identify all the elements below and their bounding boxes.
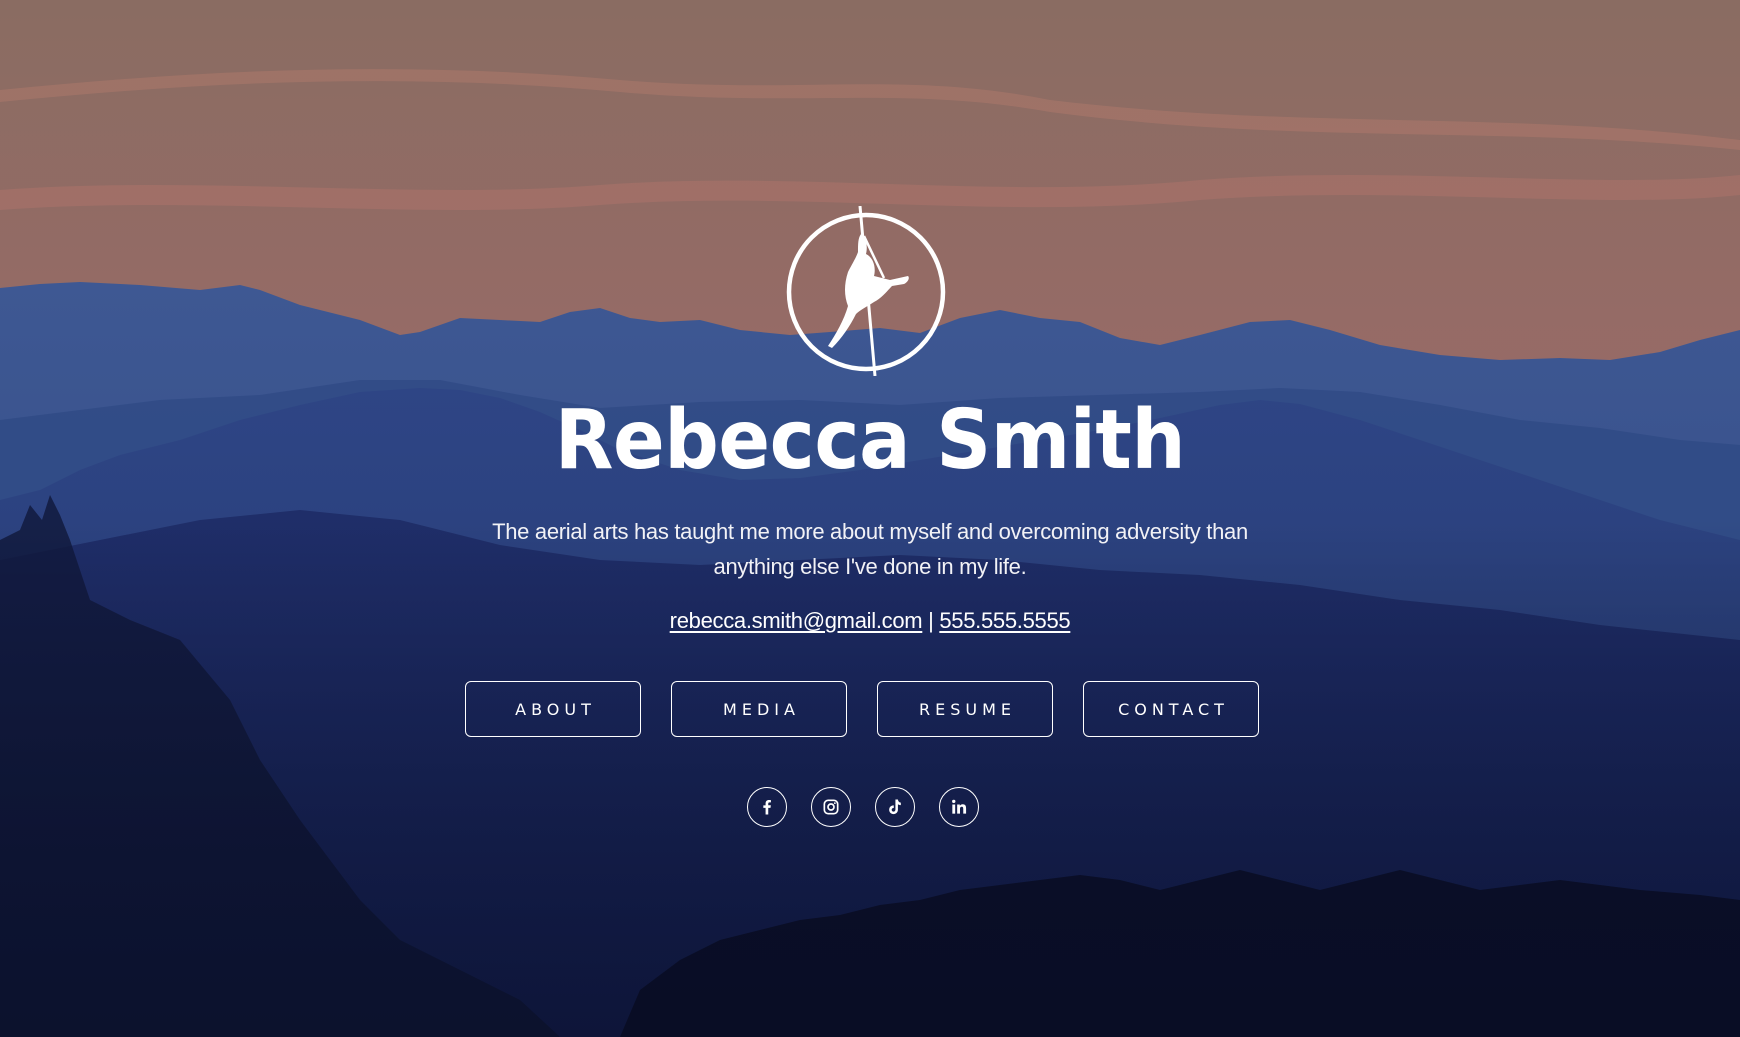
aerialist-hoop-icon bbox=[786, 206, 946, 376]
contact-button[interactable]: CONTACT bbox=[1083, 681, 1259, 737]
resume-button[interactable]: RESUME bbox=[877, 681, 1053, 737]
hero-section: Rebecca Smith The aerial arts has taught… bbox=[0, 0, 1740, 1037]
instagram-icon bbox=[823, 799, 839, 815]
page-title: Rebecca Smith bbox=[554, 393, 1186, 488]
facebook-link[interactable] bbox=[747, 787, 787, 827]
instagram-link[interactable] bbox=[811, 787, 851, 827]
linkedin-icon bbox=[952, 799, 967, 814]
email-link[interactable]: rebecca.smith@gmail.com bbox=[670, 608, 923, 633]
social-links bbox=[747, 787, 979, 827]
main-nav: ABOUT MEDIA RESUME CONTACT bbox=[465, 681, 1259, 737]
tagline: The aerial arts has taught me more about… bbox=[492, 519, 1248, 579]
tiktok-icon bbox=[889, 799, 901, 815]
tiktok-link[interactable] bbox=[875, 787, 915, 827]
linkedin-link[interactable] bbox=[939, 787, 979, 827]
about-button[interactable]: ABOUT bbox=[465, 681, 641, 737]
media-button[interactable]: MEDIA bbox=[671, 681, 847, 737]
contact-separator: | bbox=[928, 608, 934, 633]
phone-link[interactable]: 555.555.5555 bbox=[939, 608, 1070, 633]
contact-line: rebecca.smith@gmail.com | 555.555.5555 bbox=[0, 608, 1740, 634]
facebook-icon bbox=[763, 800, 771, 815]
